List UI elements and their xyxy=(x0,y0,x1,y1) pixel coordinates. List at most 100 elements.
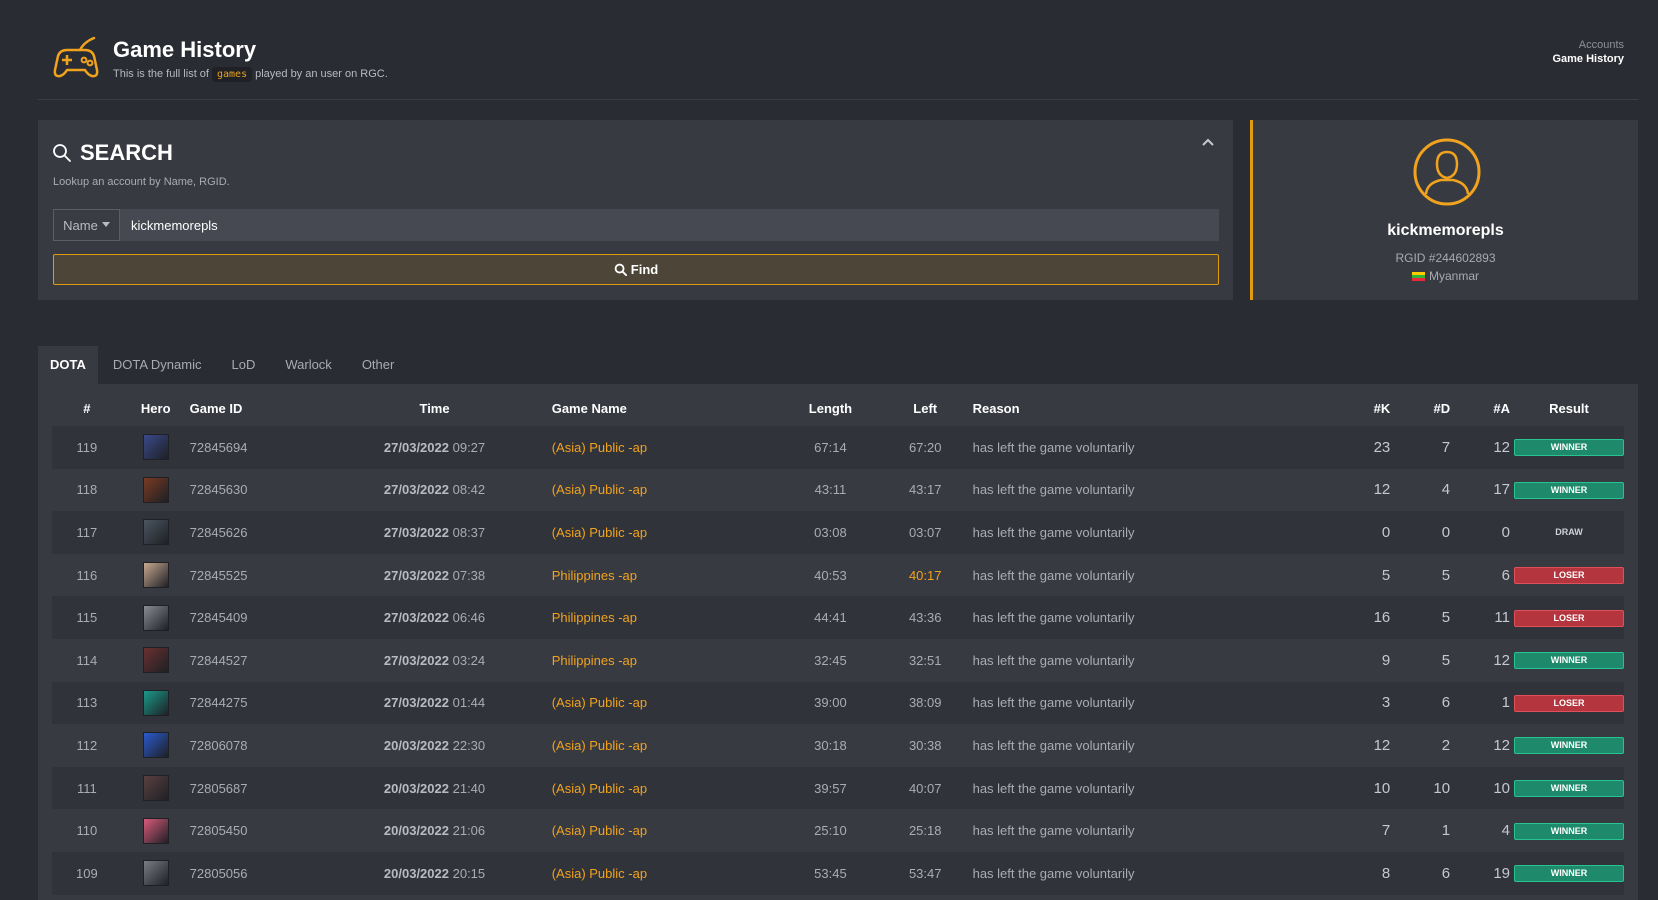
gamepad-icon xyxy=(53,36,99,78)
hero-icon[interactable] xyxy=(142,519,169,546)
assists: 6 xyxy=(1501,566,1510,584)
hero-cell xyxy=(122,469,190,512)
result-badge: DRAW xyxy=(1555,526,1583,537)
assists: 11 xyxy=(1494,609,1510,627)
kills: 8 xyxy=(1381,864,1391,882)
hero-icon[interactable] xyxy=(142,732,169,759)
game-name[interactable]: (Asia) Public -ap xyxy=(552,767,783,810)
game-date: 27/03/2022 xyxy=(383,652,449,668)
game-left: 40:17 xyxy=(908,567,942,583)
tab-dota[interactable]: DOTA xyxy=(38,346,98,384)
search-type-select[interactable]: Name xyxy=(53,209,120,241)
table-row[interactable]: 112 72806078 20/03/2022 22:30 (Asia) Public… xyxy=(52,724,1624,767)
game-name[interactable]: (Asia) Public -ap xyxy=(552,852,783,895)
deaths: 5 xyxy=(1441,566,1451,584)
game-name[interactable]: (Asia) Public -ap xyxy=(552,682,783,725)
game-time: 20/03/2022 20:15 xyxy=(317,852,551,895)
kills: 7 xyxy=(1381,822,1391,840)
hero-cell xyxy=(122,596,190,639)
result-cell: WINNER xyxy=(1514,767,1624,810)
game-date: 27/03/2022 xyxy=(383,439,449,455)
breadcrumb: Accounts Game History xyxy=(1552,38,1624,66)
search-help-text: Lookup an account by Name, RGID. xyxy=(53,176,230,188)
hero-icon[interactable] xyxy=(142,647,169,674)
row-num: 109 xyxy=(76,865,98,881)
game-time: 27/03/2022 06:46 xyxy=(317,596,551,639)
table-row[interactable]: 117 72845626 27/03/2022 08:37 (Asia) Public… xyxy=(52,511,1624,554)
game-name[interactable]: (Asia) Public -ap xyxy=(552,511,783,554)
result-cell: WINNER xyxy=(1514,724,1624,767)
result-cell: LOSER xyxy=(1514,682,1624,725)
table-row[interactable]: 110 72805450 20/03/2022 21:06 (Asia) Public… xyxy=(52,809,1624,852)
game-left: 38:09 xyxy=(908,695,942,711)
deaths: 6 xyxy=(1441,864,1451,882)
hero-icon[interactable] xyxy=(142,562,169,589)
hero-icon[interactable] xyxy=(142,434,169,461)
table-row[interactable]: 116 72845525 27/03/2022 07:38 Philippines -… xyxy=(52,554,1624,597)
table-row[interactable]: 115 72845409 27/03/2022 06:46 Philippines -… xyxy=(52,596,1624,639)
table-row[interactable]: 119 72845694 27/03/2022 09:27 (Asia) Public… xyxy=(52,426,1624,469)
find-button[interactable]: Find xyxy=(53,254,1219,285)
game-name[interactable]: (Asia) Public -ap xyxy=(552,426,783,469)
assists: 4 xyxy=(1501,822,1510,840)
hero-icon[interactable] xyxy=(142,860,169,887)
hero-icon[interactable] xyxy=(142,775,169,802)
assists: 17 xyxy=(1493,481,1510,499)
game-id: 72845694 xyxy=(189,439,248,455)
game-left: 30:38 xyxy=(908,737,942,753)
result-badge: WINNER xyxy=(1514,780,1624,798)
game-date: 20/03/2022 xyxy=(383,865,449,881)
hero-icon[interactable] xyxy=(142,604,169,631)
hero-icon[interactable] xyxy=(142,817,169,844)
result-badge: WINNER xyxy=(1514,439,1624,457)
table-row[interactable]: 113 72844275 27/03/2022 01:44 (Asia) Public… xyxy=(52,681,1624,725)
game-name[interactable]: (Asia) Public -ap xyxy=(552,724,783,767)
table-row[interactable]: 118 72845630 27/03/2022 08:42 (Asia) Public… xyxy=(52,469,1624,512)
assists: 19 xyxy=(1493,864,1510,882)
game-length: 43:11 xyxy=(814,482,847,498)
page-title: Game History xyxy=(113,37,257,62)
game-reason: has left the game voluntarily xyxy=(972,780,1135,796)
game-name[interactable]: (Asia) Public -ap xyxy=(552,469,783,512)
tab-other[interactable]: Other xyxy=(347,346,410,384)
tab-warlock[interactable]: Warlock xyxy=(270,346,346,384)
search-title: SEARCH xyxy=(80,140,173,165)
game-time: 27/03/2022 03:24 xyxy=(317,639,551,682)
game-clock: 20:15 xyxy=(452,865,486,881)
result-badge: WINNER xyxy=(1514,652,1624,670)
game-name[interactable]: (Asia) Public -ap xyxy=(552,809,783,852)
deaths: 4 xyxy=(1441,481,1451,499)
hero-cell xyxy=(122,682,190,725)
game-name[interactable]: Philippines -ap xyxy=(552,639,783,682)
table-row[interactable]: 114 72844527 27/03/2022 03:24 Philippines -… xyxy=(52,639,1624,682)
chevron-up-icon[interactable] xyxy=(1199,134,1217,152)
hero-cell xyxy=(122,639,190,682)
kills: 16 xyxy=(1373,609,1391,627)
game-length: 67:14 xyxy=(814,439,847,455)
row-num: 110 xyxy=(76,823,98,839)
kills: 0 xyxy=(1381,523,1391,541)
game-left: 03:07 xyxy=(908,524,942,540)
breadcrumb-accounts[interactable]: Accounts xyxy=(1552,38,1624,52)
game-left: 67:20 xyxy=(908,439,942,455)
tab-dota-dynamic[interactable]: DOTA Dynamic xyxy=(98,346,217,384)
assists: 0 xyxy=(1501,523,1510,541)
hero-cell xyxy=(122,852,190,895)
result-badge: WINNER xyxy=(1514,822,1624,840)
game-name[interactable]: Philippines -ap xyxy=(552,596,783,639)
table-row[interactable]: 109 72805056 20/03/2022 20:15 (Asia) Public… xyxy=(52,851,1624,895)
game-clock: 06:46 xyxy=(452,610,486,626)
kills: 23 xyxy=(1373,438,1391,456)
table-row[interactable]: 111 72805687 20/03/2022 21:40 (Asia) Public… xyxy=(52,766,1624,810)
search-input[interactable] xyxy=(120,209,1219,241)
game-name[interactable]: Philippines -ap xyxy=(552,554,783,597)
game-id: 72805450 xyxy=(189,823,248,839)
hero-icon[interactable] xyxy=(142,689,169,716)
hero-icon[interactable] xyxy=(142,476,169,503)
row-num: 116 xyxy=(76,567,98,583)
game-left: 43:36 xyxy=(908,610,942,626)
kills: 12 xyxy=(1373,481,1391,499)
game-left: 43:17 xyxy=(908,482,942,498)
tab-lod[interactable]: LoD xyxy=(216,346,270,384)
game-clock: 08:37 xyxy=(452,524,486,540)
